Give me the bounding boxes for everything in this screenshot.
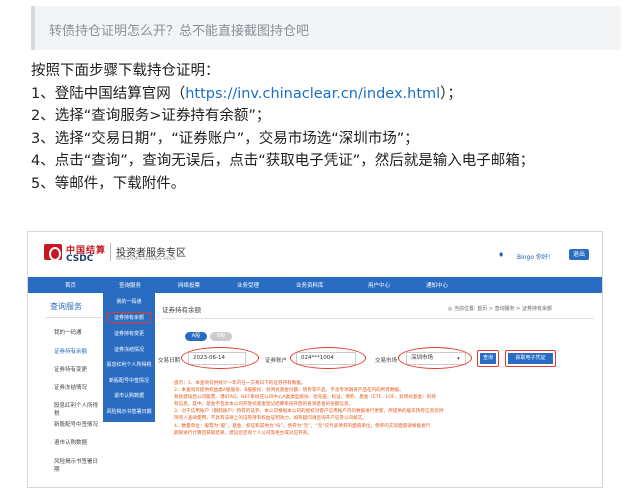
logo-divider [110,243,111,261]
page-title: 证券持有余额 [162,306,201,314]
notice-line: 提示：1、本查询仅供统计一年内任一交易日下的证券持有数据。 [174,381,306,386]
date-highlight [181,347,259,369]
sidebar-item[interactable]: 股息红利个人所得税 [54,401,102,417]
dropdown-item[interactable]: 证券冻结情况 [103,346,155,353]
sidebar-item[interactable]: 风险揭示书签署日期 [54,457,102,473]
notice-line: 2、本查询仅提供权益类A股股份、B股股份、封闭式基金份额、债券等产品，不含专项融… [174,388,404,394]
nav-item[interactable]: 用户中心 [368,281,390,289]
query-dropdown-menu: 我的一码通 证券持有余额 证券持有变更 证券冻结情况 股息红利个人所得税 新股配… [103,293,155,422]
sidebar-item-active[interactable]: 证券持有余额 [54,347,87,355]
nav-item[interactable]: 首页 [65,281,76,289]
question-quote: 转债持仓证明怎么开？总不能直接截图持仓吧 [31,6,621,50]
dropdown-item[interactable]: 新股配号中签情况 [103,377,155,384]
nav-item[interactable]: 业务资料库 [296,281,324,289]
voucher-button-frame: 获取电子凭证 [505,350,556,367]
step-1-suffix: ）； [440,85,462,102]
chinaclear-link[interactable]: https://inv.chinaclear.cn/index.html [185,86,440,102]
notice-line: 3、对于信用账户（跟踪账户）持有的证券，本公司根据本公司的授权对客户信用账户内的… [174,409,444,415]
site-subtitle: INVESTORS SERVICE AREA [116,257,176,262]
sidebar-item[interactable]: 证券冻结情况 [54,383,87,391]
nav-item[interactable]: 网络投票 [178,281,200,289]
step-1: 1、登陆中国结算官网（https://inv.chinaclear.cn/ind… [31,83,534,106]
step-4: 4、点击“查询”，查询无误后，点击“获取电子凭证”，然后就是输入电子邮箱； [31,153,535,169]
step-1-prefix: 1、登陆中国结算官网（ [31,85,186,102]
sidebar-item[interactable]: 证券持有变更 [54,365,87,373]
sidebar-item[interactable]: 新股配号中签情况 [54,420,98,428]
csdc-logo-icon [44,244,62,261]
date-label: 交易日期 [158,358,181,364]
breadcrumb: ◎ 当前位置: 首页 > 查询服务 > 证券持有余额 [448,306,552,312]
get-voucher-button[interactable]: 获取电子凭证 [508,353,553,364]
sidebar: 查询服务 我的一码通 证券持有余额 证券持有变更 证券冻结情况 股息红利个人所得… [46,296,102,487]
sidebar-item[interactable]: 退市认购数据 [54,438,87,446]
notice-line: 有信息，其中，基金不包含本公司开放式基金登记结算系统开放的投资基金的份额信息。 [174,402,354,408]
embedded-screenshot: 中国结算 CSDC 投资者服务专区 INVESTORS SERVICE AREA… [27,231,603,488]
account-label: 证券账户 [265,358,288,364]
notice-line: 4、数量单位：股票为“股”，基金、权证和其他为“份”，债券为“元”，“元”仅代表… [174,423,431,429]
logout-button[interactable]: 退出 [569,249,589,260]
step-3: 3、选择“交易日期”，“证券账户”，交易市场选“深圳市场”； [31,130,419,147]
sidebar-heading: 查询服务 [46,296,102,318]
step-5: 5、等邮件，下载附件。 [31,175,186,192]
dropdown-item[interactable]: 退市认购数据 [103,392,155,399]
dropdown-item[interactable]: 我的一码通 [103,298,155,305]
market-label: 交易市场 [375,358,398,364]
question-text: 转债持仓证明怎么开？总不能直接截图持仓吧 [49,24,310,39]
site-header: 中国结算 CSDC 投资者服务专区 INVESTORS SERVICE AREA… [28,232,602,272]
notice-text: 提示：1、本查询仅供统计一年内任一交易日下的证券持有数据。 2、本查询仅提供权益… [174,380,594,437]
nav-item[interactable]: 业务受理 [237,281,259,289]
market-highlight [398,347,472,369]
nav-item[interactable]: 查询服务 [119,281,141,289]
top-nav: 首页 查询服务 网络投票 业务受理 业务资料库 用户中心 通知中心 [28,277,602,293]
dropdown-item-selected[interactable]: 证券持有余额 [107,312,151,323]
notice-line: 系统建设后公司股票、港STAQ、NET系统在公司中心A类类型股份、优先股、权证、… [174,395,436,401]
steps-block: 按照下面步骤下载持仓证明： 1、登陆中国结算官网（https://inv.chi… [31,60,534,195]
tab-b-shares[interactable]: B股 [210,332,232,341]
nav-item[interactable]: 通知中心 [426,281,448,289]
query-button[interactable]: 查询 [480,353,496,364]
steps-intro: 按照下面步骤下载持仓证明： [31,63,220,79]
query-button-frame: 查询 [477,350,499,367]
dropdown-item[interactable]: 证券持有变更 [103,330,155,337]
logo-en: CSDC [66,254,94,264]
user-greeting[interactable]: Bingo 你好! [517,252,550,261]
bell-icon[interactable]: ♦ [498,251,504,259]
tab-a-shares[interactable]: A股 [185,332,207,341]
sidebar-item[interactable]: 我的一码通 [54,328,82,336]
step-2: 2、选择“查询服务>证券持有余额”； [31,108,271,124]
dropdown-item[interactable]: 风险揭示书签署日期 [103,408,155,415]
notice-line: 持有人查阅使用，不具有法律上的证券持有权益证明效力，如有疑问请咨询开户证券公司核… [174,416,367,422]
title-divider [162,318,594,319]
dropdown-item[interactable]: 股息红利个人所得税 [103,361,155,368]
account-highlight [290,347,366,369]
notice-line: 期限进行计算后获取结果，建议您咨询个人公司等柜台或对应券商。 [174,430,312,436]
